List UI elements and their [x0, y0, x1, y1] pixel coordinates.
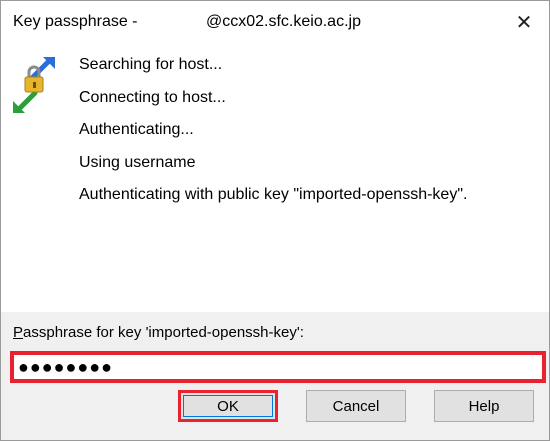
title-bar: Key passphrase - @ccx02.sfc.keio.ac.jp ✕ [1, 1, 549, 45]
window-title-host: @ccx02.sfc.keio.ac.jp [206, 13, 361, 30]
status-line: Using username [79, 153, 196, 171]
passphrase-input[interactable]: ●●●●●●●● [10, 351, 546, 383]
key-lock-icon [13, 57, 55, 113]
ok-button-focus: OK [183, 395, 273, 417]
passphrase-masked-value: ●●●●●●●● [18, 357, 113, 377]
close-button[interactable]: ✕ [507, 7, 541, 37]
key-passphrase-dialog: Key passphrase - @ccx02.sfc.keio.ac.jp ✕… [0, 0, 550, 441]
help-button-label: Help [468, 397, 500, 415]
status-line: Authenticating... [79, 121, 194, 138]
status-line: Connecting to host... [79, 88, 226, 106]
cancel-button-label: Cancel [332, 397, 380, 415]
help-button[interactable]: Help [434, 390, 534, 422]
passphrase-label-text: assphrase for key 'imported-openssh-key'… [23, 324, 304, 341]
window-title: Key passphrase - [13, 13, 138, 30]
status-log: Searching for host... Connecting to host… [79, 55, 467, 218]
status-line: Searching for host... [79, 56, 223, 73]
passphrase-label: Passphrase for key 'imported-openssh-key… [13, 324, 304, 341]
cancel-button[interactable]: Cancel [306, 390, 406, 422]
ok-button[interactable]: OK [178, 390, 278, 422]
ok-button-label: OK [217, 397, 239, 415]
status-line: Authenticating with public key "imported… [79, 186, 468, 203]
close-icon: ✕ [515, 11, 533, 34]
passphrase-label-accelerator: P [13, 324, 24, 341]
